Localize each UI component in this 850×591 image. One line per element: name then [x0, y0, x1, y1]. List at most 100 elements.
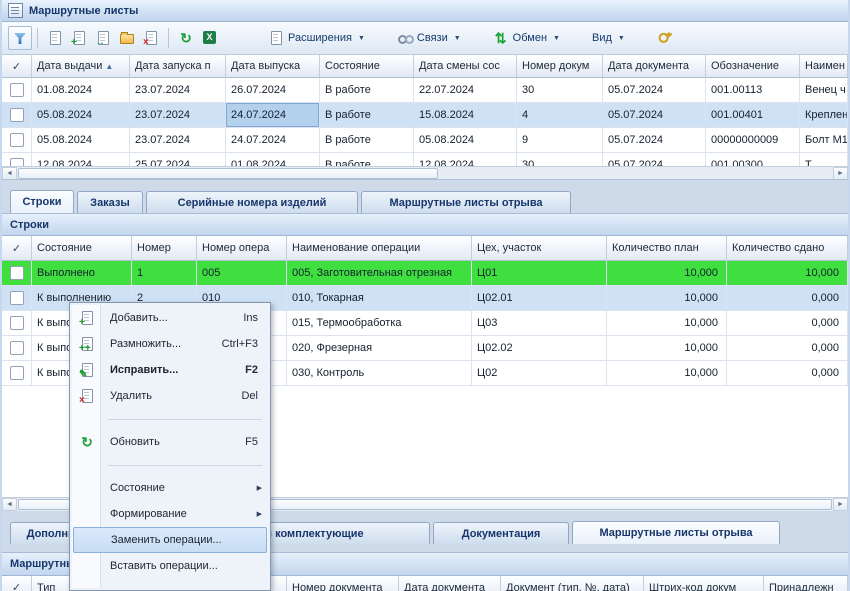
table-row-selected[interactable]: 05.08.2024 23.07.2024 24.07.2024 В работ…: [2, 103, 848, 128]
cell[interactable]: 05.07.2024: [603, 78, 706, 103]
row-checkbox[interactable]: [10, 291, 24, 305]
cell[interactable]: 10,000: [727, 261, 848, 286]
links-dropdown[interactable]: Связи ▼: [393, 26, 465, 50]
column-header-designation[interactable]: Обозначение: [706, 55, 800, 78]
table-row[interactable]: 12.08.2024 25.07.2024 01.08.2024 В работ…: [2, 153, 848, 166]
cell[interactable]: 23.07.2024: [130, 103, 226, 128]
cell[interactable]: 001.00113: [706, 78, 800, 103]
scroll-left-button[interactable]: ◄: [2, 498, 17, 511]
cell[interactable]: Ц03: [472, 311, 607, 336]
column-header-qty-plan[interactable]: Количество план: [607, 236, 727, 261]
column-header-shop[interactable]: Цех, участок: [472, 236, 607, 261]
column-header-number[interactable]: Номер: [132, 236, 197, 261]
cell[interactable]: Креплен: [800, 103, 848, 128]
cell[interactable]: 01.08.2024: [226, 153, 320, 166]
cell[interactable]: 015, Термообработка: [287, 311, 472, 336]
column-header-issue-date[interactable]: Дата выдачи▲: [32, 55, 130, 78]
column-header-belonging[interactable]: Принадлежн: [764, 576, 848, 591]
cell[interactable]: 05.07.2024: [603, 153, 706, 166]
row-checkbox[interactable]: [10, 108, 24, 122]
cell[interactable]: 020, Фрезерная: [287, 336, 472, 361]
select-all-header[interactable]: ✓: [2, 576, 32, 591]
cell[interactable]: Т: [800, 153, 848, 166]
cell[interactable]: 12.08.2024: [414, 153, 517, 166]
column-header-doc-date[interactable]: Дата документа: [603, 55, 706, 78]
column-header-state-change[interactable]: Дата смены сос: [414, 55, 517, 78]
cell[interactable]: 23.07.2024: [130, 78, 226, 103]
cell[interactable]: 9: [517, 128, 603, 153]
scroll-thumb[interactable]: [18, 168, 438, 179]
scroll-left-button[interactable]: ◄: [2, 167, 17, 180]
cell[interactable]: 05.07.2024: [603, 128, 706, 153]
column-header-release-date[interactable]: Дата выпуска: [226, 55, 320, 78]
cell[interactable]: 05.08.2024: [32, 128, 130, 153]
cell[interactable]: 001.00401: [706, 103, 800, 128]
menu-item-replace-operations[interactable]: Заменить операции...: [73, 527, 267, 553]
row-checkbox[interactable]: [10, 133, 24, 147]
h-scrollbar[interactable]: ◄ ►: [2, 166, 848, 180]
cell[interactable]: 001.00300: [706, 153, 800, 166]
cell[interactable]: 0,000: [727, 286, 848, 311]
splitter[interactable]: [2, 180, 848, 190]
row-checkbox[interactable]: [10, 83, 24, 97]
cell[interactable]: Болт М1: [800, 128, 848, 153]
row-checkbox[interactable]: [10, 266, 24, 280]
menu-item-insert-operations[interactable]: Вставить операции...: [72, 553, 268, 579]
cell[interactable]: 15.08.2024: [414, 103, 517, 128]
settings-key-button[interactable]: [653, 26, 677, 50]
cell[interactable]: 1: [132, 261, 197, 286]
cell[interactable]: 23.07.2024: [130, 128, 226, 153]
menu-item-edit[interactable]: ✎ Исправить... F2: [72, 357, 268, 383]
table-row[interactable]: 05.08.2024 23.07.2024 24.07.2024 В работ…: [2, 128, 848, 153]
cell[interactable]: 005, Заготовительная отрезная: [287, 261, 472, 286]
cell[interactable]: 0,000: [727, 361, 848, 386]
scroll-right-button[interactable]: ►: [833, 167, 848, 180]
add-button[interactable]: +: [67, 26, 91, 50]
column-header-state[interactable]: Состояние: [320, 55, 414, 78]
cell[interactable]: Ц02.02: [472, 336, 607, 361]
cell[interactable]: Ц02.01: [472, 286, 607, 311]
cell[interactable]: 005: [197, 261, 287, 286]
view-dropdown[interactable]: Вид ▼: [588, 26, 629, 50]
cell[interactable]: 12.08.2024: [32, 153, 130, 166]
cell[interactable]: 05.07.2024: [603, 103, 706, 128]
cell[interactable]: 05.08.2024: [32, 103, 130, 128]
cell[interactable]: Венец ч: [800, 78, 848, 103]
cell[interactable]: 4: [517, 103, 603, 128]
menu-item-delete[interactable]: × Удалить Del: [72, 383, 268, 409]
select-all-header[interactable]: ✓: [2, 55, 32, 78]
cell[interactable]: 00000000009: [706, 128, 800, 153]
cell[interactable]: 25.07.2024: [130, 153, 226, 166]
cell[interactable]: 30: [517, 153, 603, 166]
cell[interactable]: 010, Токарная: [287, 286, 472, 311]
extensions-dropdown[interactable]: Расширения ▼: [264, 26, 369, 50]
cell[interactable]: Ц02: [472, 361, 607, 386]
delete-button[interactable]: ×: [139, 26, 163, 50]
cell[interactable]: В работе: [320, 128, 414, 153]
cell[interactable]: В работе: [320, 153, 414, 166]
cell[interactable]: 01.08.2024: [32, 78, 130, 103]
select-all-header[interactable]: ✓: [2, 236, 32, 261]
column-header-launch-date[interactable]: Дата запуска п: [130, 55, 226, 78]
column-header-barcode[interactable]: Штрих-код докум: [644, 576, 764, 591]
column-header-name[interactable]: Наимен: [800, 55, 848, 78]
column-header-doc-date[interactable]: Дата документа: [399, 576, 501, 591]
cell[interactable]: 22.07.2024: [414, 78, 517, 103]
cell[interactable]: 30: [517, 78, 603, 103]
menu-item-refresh[interactable]: ↻ Обновить F5: [72, 429, 268, 455]
cell[interactable]: В работе: [320, 78, 414, 103]
focused-cell[interactable]: 24.07.2024: [226, 103, 320, 128]
tab-zakazy[interactable]: Заказы: [77, 191, 143, 213]
column-header-doc-full[interactable]: Документ (тип, №, дата): [501, 576, 644, 591]
column-header-op-number[interactable]: Номер опера: [197, 236, 287, 261]
menu-item-add[interactable]: + Добавить... Ins: [72, 305, 268, 331]
cell[interactable]: 10,000: [607, 286, 727, 311]
new-button[interactable]: [43, 26, 67, 50]
cell[interactable]: 10,000: [607, 336, 727, 361]
table-row-done[interactable]: Выполнено 1 005 005, Заготовительная отр…: [2, 261, 848, 286]
menu-item-formation[interactable]: Формирование ▶: [72, 501, 268, 527]
cell[interactable]: 0,000: [727, 336, 848, 361]
row-checkbox[interactable]: [10, 341, 24, 355]
exchange-dropdown[interactable]: ⇅ Обмен ▼: [489, 26, 564, 50]
cell[interactable]: 10,000: [607, 361, 727, 386]
